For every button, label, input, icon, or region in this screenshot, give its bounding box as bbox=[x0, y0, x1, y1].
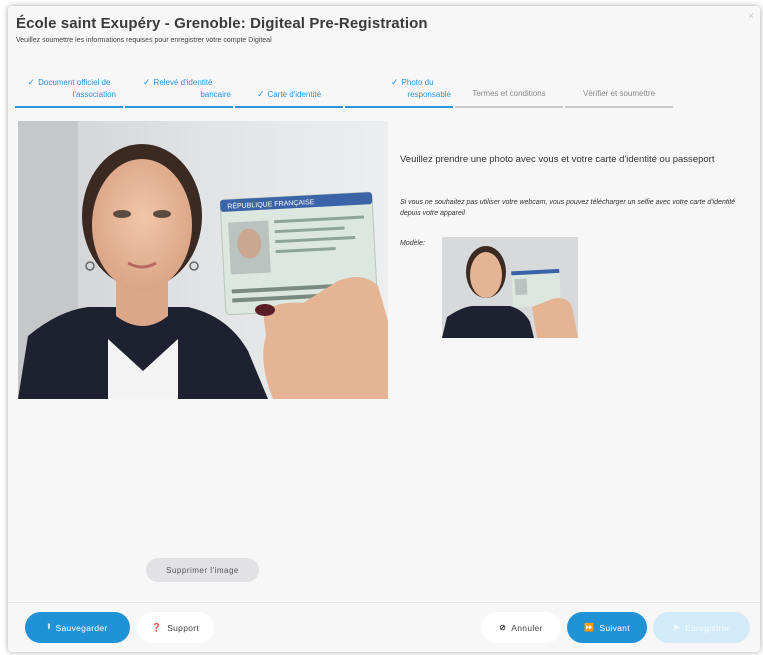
check-icon: ✓ bbox=[391, 77, 399, 87]
ban-icon: ⊘ bbox=[499, 623, 507, 632]
next-button[interactable]: ⏩ Suivant bbox=[567, 612, 647, 643]
submit-button[interactable]: ➤ Enregistrer bbox=[653, 612, 750, 643]
model-example-image bbox=[442, 237, 578, 338]
cancel-button[interactable]: ⊘ Annuler bbox=[481, 612, 561, 643]
support-button-label: Support bbox=[167, 622, 200, 633]
step-document-officiel[interactable]: ✓ Document officiel de l'association bbox=[15, 76, 123, 108]
step-label: Document officiel de bbox=[38, 78, 111, 87]
step-carte-identite[interactable]: ✓ Carte d'identité bbox=[235, 76, 343, 108]
step-label: Relevé d'identité bbox=[153, 78, 213, 87]
step-progress-bar bbox=[15, 106, 123, 108]
upload-icon: ⭱ bbox=[47, 621, 51, 631]
stepper: ✓ Document officiel de l'association ✓ Rel… bbox=[15, 76, 675, 108]
save-button[interactable]: ⭱ Sauvegarder bbox=[25, 612, 130, 643]
model-label: Modèle: bbox=[400, 240, 425, 247]
check-icon: ✓ bbox=[143, 77, 151, 87]
footer-divider bbox=[8, 602, 760, 603]
support-button[interactable]: ❓ Support bbox=[137, 612, 214, 643]
check-icon: ✓ bbox=[27, 77, 36, 87]
step-releve-identite[interactable]: ✓ Relevé d'identité bancaire bbox=[125, 76, 233, 108]
step-progress-bar bbox=[235, 106, 343, 108]
page-title: École saint Exupéry - Grenoble: Digiteal… bbox=[16, 15, 428, 32]
forward-icon: ⏩ bbox=[584, 623, 595, 632]
step-termes-conditions[interactable]: Termes et conditions bbox=[455, 76, 563, 108]
save-button-label: Sauvegarder bbox=[55, 622, 108, 633]
step-progress-bar bbox=[455, 106, 563, 108]
step-progress-bar bbox=[565, 106, 673, 108]
question-circle-icon: ❓ bbox=[151, 623, 163, 632]
page-subtitle: Veuillez soumettre les informations requ… bbox=[16, 37, 272, 44]
step-label: Carte d'identité bbox=[267, 90, 322, 99]
check-icon: ✓ bbox=[256, 89, 265, 99]
step-label: Termes et conditions bbox=[472, 89, 546, 98]
instructions-text: Veuillez prendre une photo avec vous et … bbox=[400, 154, 715, 165]
send-icon: ➤ bbox=[673, 623, 681, 632]
pre-registration-modal: × École saint Exupéry - Grenoble: Digite… bbox=[8, 6, 760, 652]
step-label: bancaire bbox=[200, 90, 231, 99]
step-label: l'association bbox=[72, 90, 116, 99]
step-progress-bar bbox=[345, 106, 453, 108]
step-label: Photo du bbox=[401, 78, 434, 87]
webcam-note: Si vous ne souhaitez pas utiliser votre … bbox=[400, 199, 736, 217]
step-progress-bar bbox=[125, 106, 233, 108]
cancel-button-label: Annuler bbox=[511, 622, 543, 633]
step-verifier-soumettre[interactable]: Vérifier et soumettre bbox=[565, 76, 673, 108]
submit-button-label: Enregistrer bbox=[685, 622, 730, 633]
next-button-label: Suivant bbox=[599, 622, 630, 633]
delete-image-button[interactable]: Supprimer l'image bbox=[146, 558, 259, 582]
step-label: responsable bbox=[407, 90, 451, 99]
uploaded-selfie-image: RÉPUBLIQUE FRANÇAISE bbox=[18, 121, 388, 399]
close-icon[interactable]: × bbox=[748, 12, 754, 22]
step-label: Vérifier et soumettre bbox=[582, 89, 656, 98]
step-photo-responsable[interactable]: ✓ Photo du responsable bbox=[345, 76, 453, 108]
